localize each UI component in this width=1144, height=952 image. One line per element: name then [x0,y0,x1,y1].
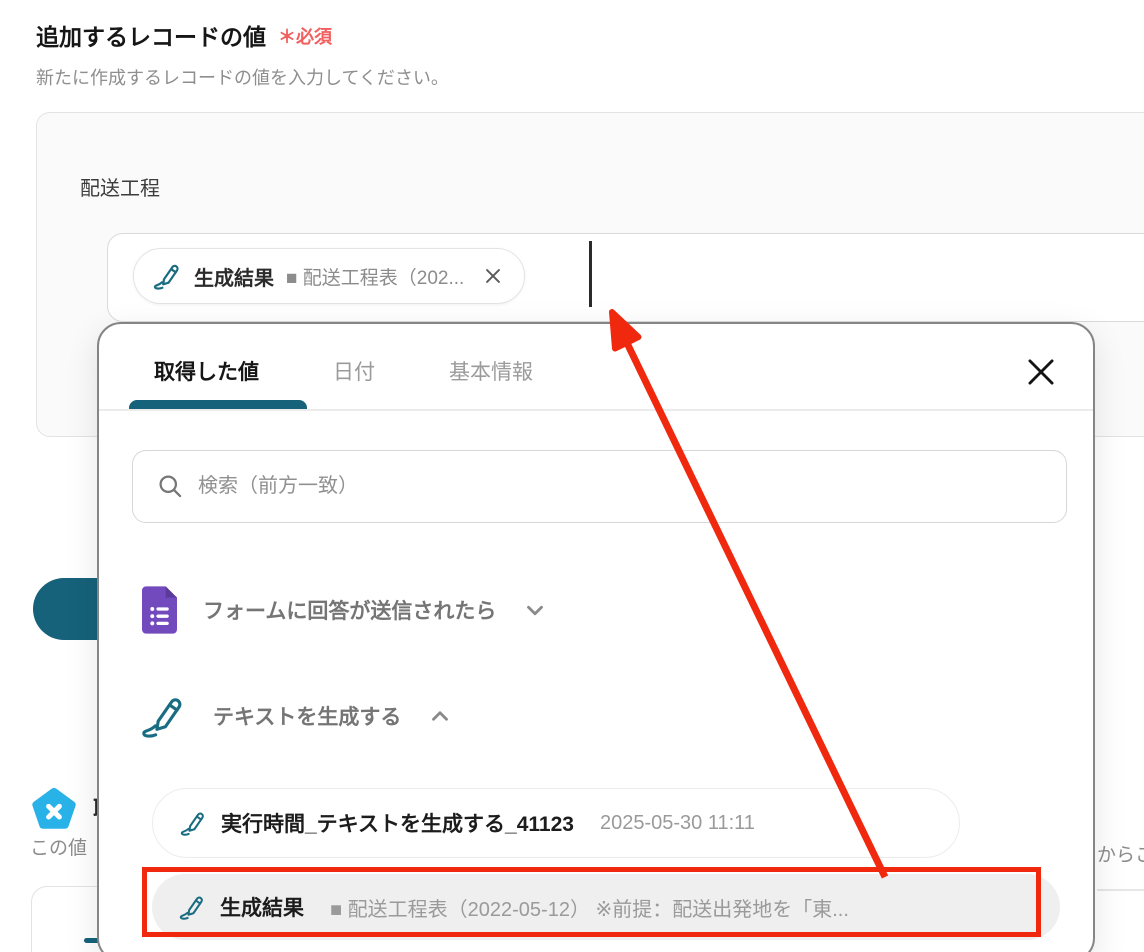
page-subtitle: 新たに作成するレコードの値を入力してください。 [36,68,449,88]
chevron-down-icon [527,605,544,616]
obtained-values-pentagon-icon [32,787,76,829]
list-item-generated-result[interactable]: 生成結果 ■ 配送工程表（2022-05-12） ※前提：配送出発地を「東... [152,874,1060,940]
pencil-icon [179,896,203,920]
chip-detail: ■ 配送工程表（202... [286,267,465,289]
background-right-text: からこ [1097,845,1144,866]
screen: 追加するレコードの値 ＊必須 新たに作成するレコードの値を入力してください。 配送… [0,0,1144,952]
tab-date[interactable]: 日付 [333,356,375,386]
tab-obtained-values[interactable]: 取得した値 [154,356,259,386]
search-input[interactable] [198,475,1042,498]
value-chip[interactable]: 生成結果 ■ 配送工程表（202... [133,248,526,304]
value-picker-modal: 取得した値 日付 基本情報 フォームに回答が送信されたら [97,322,1095,952]
pencil-icon [142,698,182,738]
pencil-icon [153,264,179,290]
search-box [132,450,1067,523]
list-item-name: 実行時間_テキストを生成する_41123 [221,813,574,836]
search-icon [159,475,182,498]
pencil-icon [180,812,204,836]
tab-basic-info[interactable]: 基本情報 [449,356,533,386]
background-left-text: この値 [30,838,88,859]
list-item-execution-time[interactable]: 実行時間_テキストを生成する_41123 2025-05-30 11:11 [152,788,960,858]
group-form-trigger-label: フォームに回答が送信されたら [203,600,497,623]
list-item-name: 生成結果 [220,897,304,920]
tabs-divider [99,409,1093,411]
required-badge: ＊必須 [278,27,332,47]
chevron-up-icon [432,711,449,721]
group-generate-text-label: テキストを生成する [213,706,402,729]
page-title-text: 追加するレコードの値 [36,24,266,50]
group-generate-text[interactable]: テキストを生成する [139,692,453,740]
tabs-row: 取得した値 日付 基本情報 [154,356,533,386]
page-title: 追加するレコードの値 ＊必須 [36,18,332,52]
group-form-trigger[interactable]: フォームに回答が送信されたら [142,586,548,634]
background-right-divider [1097,889,1144,891]
field-label: 配送工程 [80,178,160,200]
chip-close-icon[interactable] [482,265,504,287]
modal-close-icon[interactable] [1025,356,1057,388]
text-caret [589,241,592,307]
google-forms-icon [142,586,177,634]
chip-name: 生成結果 [194,267,274,290]
list-item-meta: 2025-05-30 11:11 [599,811,755,834]
list-item-meta: ■ 配送工程表（2022-05-12） ※前提：配送出発地を「東... [330,898,849,921]
